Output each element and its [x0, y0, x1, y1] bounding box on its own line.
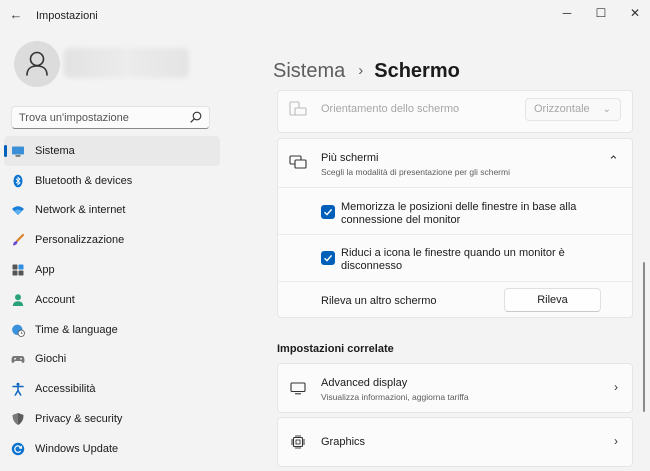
breadcrumb-separator: ›	[358, 62, 364, 79]
graphics-card[interactable]: Graphics ›	[277, 417, 633, 467]
sidebar-item-label: Sistema	[35, 144, 75, 157]
user-name-redacted	[64, 48, 189, 78]
sidebar-item-label: Accessibilità	[35, 383, 96, 396]
app-title: Impostazioni	[36, 10, 98, 22]
sidebar-item-label: App	[35, 264, 55, 277]
sidebar-item-accessibilita[interactable]: Accessibilità	[4, 374, 220, 404]
back-button[interactable]: ←	[6, 6, 26, 24]
sidebar-item-time-language[interactable]: Time & language	[4, 315, 220, 345]
multi-display-header[interactable]: Più schermi Scegli la modalità di presen…	[278, 139, 632, 187]
remember-positions-checkbox[interactable]	[321, 205, 335, 219]
option-minimize-windows: Riduci a icona le finestre quando un mon…	[278, 235, 632, 281]
search-input[interactable]	[12, 107, 182, 128]
remember-positions-label: Memorizza le posizioni delle finestre in…	[341, 201, 577, 226]
sidebar-item-account[interactable]: Account	[4, 285, 220, 315]
breadcrumb-parent[interactable]: Sistema	[273, 60, 345, 82]
multi-display-card: Più schermi Scegli la modalità di presen…	[277, 138, 633, 318]
sidebar-item-privacy[interactable]: Privacy & security	[4, 404, 220, 434]
detect-display-label: Rileva un altro schermo	[321, 295, 437, 307]
orientation-dropdown[interactable]: Orizzontale ⌄	[525, 98, 621, 121]
sidebar-item-label: Privacy & security	[35, 413, 123, 426]
minimize-windows-label: Riduci a icona le finestre quando un mon…	[341, 247, 565, 272]
apps-icon	[12, 264, 24, 276]
orientation-label: Orientamento dello schermo	[321, 103, 460, 115]
chip-icon	[291, 435, 305, 449]
advanced-display-subtitle: Visualizza informazioni, aggiorna tariff…	[321, 392, 469, 402]
bluetooth-icon	[13, 174, 23, 187]
sidebar: Sistema Bluetooth & devices Network & in…	[4, 136, 220, 464]
maximize-button[interactable]: ☐	[584, 0, 618, 26]
advanced-display-title: Advanced display	[321, 377, 408, 389]
chevron-right-icon: ›	[614, 434, 618, 448]
wifi-icon	[12, 206, 24, 216]
divider	[278, 281, 632, 282]
screen-rotate-icon	[289, 101, 307, 116]
related-settings-heading: Impostazioni correlate	[277, 343, 394, 355]
sidebar-item-network[interactable]: Network & internet	[4, 196, 220, 226]
minimize-windows-checkbox[interactable]	[321, 251, 335, 265]
update-icon	[11, 442, 25, 456]
sidebar-item-app[interactable]: App	[4, 255, 220, 285]
sidebar-item-giochi[interactable]: Giochi	[4, 345, 220, 375]
sidebar-item-label: Network & internet	[35, 204, 126, 217]
accessibility-icon	[12, 382, 24, 397]
advanced-display-card[interactable]: Advanced display Visualizza informazioni…	[277, 363, 633, 413]
sidebar-item-label: Giochi	[35, 353, 67, 366]
multi-display-title: Più schermi	[321, 152, 379, 164]
detect-button[interactable]: Rileva	[504, 288, 601, 312]
scrollbar[interactable]	[643, 262, 645, 412]
multi-display-subtitle: Scegli la modalità di presentazione per …	[321, 167, 510, 177]
avatar[interactable]	[14, 41, 60, 87]
orientation-value: Orizzontale	[534, 103, 590, 115]
search-box[interactable]	[11, 106, 210, 129]
orientation-card: Orientamento dello schermo Orizzontale ⌄	[277, 90, 633, 133]
sidebar-item-personalizzazione[interactable]: Personalizzazione	[4, 225, 220, 255]
display-icon	[290, 382, 306, 395]
brush-icon	[13, 234, 25, 246]
sidebar-item-label: Personalizzazione	[35, 234, 125, 247]
graphics-title: Graphics	[321, 436, 366, 448]
search-icon[interactable]	[189, 110, 203, 124]
shield-icon	[12, 413, 24, 426]
title-bar: ← Impostazioni ─ ☐ ✕	[0, 0, 650, 28]
sidebar-item-sistema[interactable]: Sistema	[4, 136, 220, 166]
minimize-button[interactable]: ─	[550, 0, 584, 26]
sidebar-item-windows-update[interactable]: Windows Update	[4, 434, 220, 464]
chevron-up-icon[interactable]: ⌃	[608, 153, 619, 169]
option-remember-positions: Memorizza le posizioni delle finestre in…	[278, 188, 632, 234]
close-button[interactable]: ✕	[618, 0, 650, 26]
sidebar-item-bluetooth[interactable]: Bluetooth & devices	[4, 166, 220, 196]
page-title: Schermo	[374, 60, 460, 82]
chevron-down-icon: ⌄	[602, 104, 611, 115]
chevron-right-icon: ›	[614, 380, 618, 394]
breadcrumb: Sistema › Schermo	[273, 60, 460, 83]
multi-monitor-icon	[289, 155, 307, 169]
person-icon	[12, 294, 24, 306]
gamepad-icon	[11, 356, 25, 364]
sidebar-item-label: Windows Update	[35, 442, 119, 455]
monitor-icon	[12, 146, 24, 157]
globe-clock-icon	[12, 324, 25, 337]
sidebar-item-label: Account	[35, 293, 75, 306]
person-icon	[26, 51, 48, 76]
sidebar-item-label: Time & language	[35, 323, 118, 336]
sidebar-item-label: Bluetooth & devices	[35, 174, 133, 187]
